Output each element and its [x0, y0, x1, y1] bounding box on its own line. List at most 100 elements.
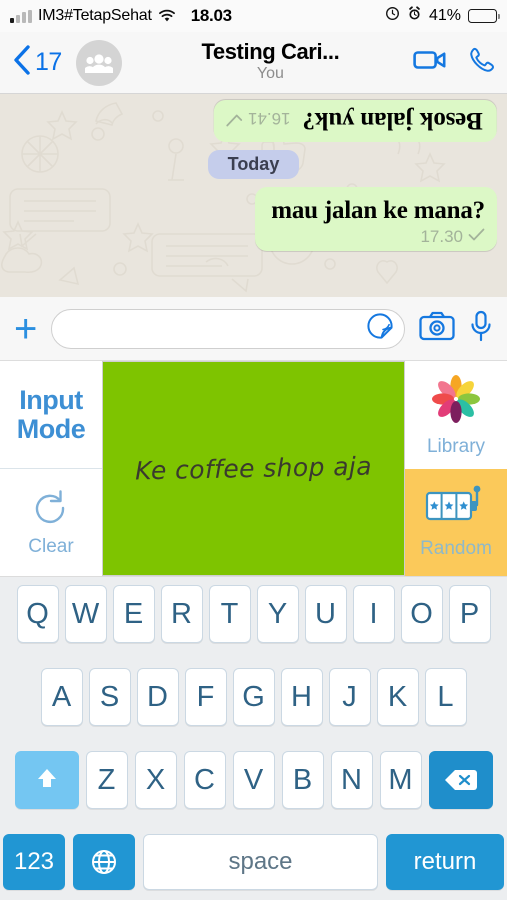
plus-icon[interactable]: +	[14, 309, 37, 349]
message-text: mau jalan ke mana?	[271, 197, 485, 224]
key-m[interactable]: M	[379, 751, 422, 809]
chat-actions	[413, 46, 495, 79]
battery-icon	[468, 9, 500, 23]
video-camera-icon[interactable]	[413, 48, 447, 77]
key-g[interactable]: G	[232, 668, 275, 726]
page-title: Testing Cari...	[201, 39, 340, 64]
handwriting-canvas[interactable]: Ke coffee shop aja	[102, 361, 405, 576]
key-f[interactable]: F	[184, 668, 227, 726]
microphone-icon[interactable]	[469, 310, 493, 347]
input-mode-label-line2: Mode	[16, 413, 86, 444]
message-input-toolbar: +	[0, 297, 507, 361]
keyboard-row-1: Q W E R T Y U I O P	[3, 585, 504, 643]
key-u[interactable]: U	[304, 585, 347, 643]
key-z[interactable]: Z	[85, 751, 128, 809]
shift-key[interactable]	[14, 751, 79, 809]
chat-subtitle: You	[256, 65, 284, 83]
shift-arrow-icon	[37, 769, 56, 787]
chat-messages: Besok jalan yuk? 16.41 Today mau jalan k…	[10, 100, 497, 251]
status-time: 18.03	[190, 6, 232, 25]
refresh-icon	[30, 487, 72, 532]
back-unread-count: 17	[35, 48, 62, 76]
key-j[interactable]: J	[328, 668, 371, 726]
key-o[interactable]: O	[400, 585, 443, 643]
message-input-field[interactable]	[51, 308, 405, 349]
keyboard-row-4: 123 space return	[3, 834, 504, 890]
clear-button[interactable]: Clear	[0, 468, 102, 576]
flower-pinwheel-icon	[429, 372, 483, 431]
carrier-name: IM3#TetapSehat	[38, 7, 152, 24]
key-s[interactable]: S	[88, 668, 131, 726]
message-text: Besok jalan yuk?	[302, 107, 483, 134]
back-button[interactable]: 17	[12, 44, 62, 81]
backspace-key[interactable]	[428, 751, 493, 809]
message-bubble-outgoing[interactable]: mau jalan ke mana? 17.30	[255, 187, 497, 251]
globe-icon	[92, 850, 116, 874]
key-a[interactable]: A	[40, 668, 83, 726]
wifi-icon	[158, 9, 176, 23]
status-bar-right: 41%	[385, 6, 500, 26]
key-y[interactable]: Y	[256, 585, 299, 643]
single-check-icon	[468, 228, 485, 246]
input-mode-button[interactable]: Input Mode	[0, 361, 102, 468]
sticker-icon[interactable]	[366, 312, 394, 345]
random-button[interactable]: Random	[405, 468, 507, 576]
key-q[interactable]: Q	[16, 585, 59, 643]
message-row: Besok jalan yuk? 16.41	[226, 106, 483, 134]
key-l[interactable]: L	[424, 668, 467, 726]
camera-icon[interactable]	[419, 311, 455, 346]
battery-percentage: 41%	[428, 7, 461, 24]
backspace-icon	[444, 770, 477, 790]
keyboard-row-2: A S D F G H J K L	[3, 668, 504, 726]
message-meta: 16.41	[226, 108, 291, 128]
key-i[interactable]: I	[352, 585, 395, 643]
group-avatar-icon[interactable]	[75, 39, 122, 86]
message-meta: 17.30	[271, 227, 485, 247]
library-button[interactable]: Library	[405, 361, 507, 469]
key-c[interactable]: C	[183, 751, 226, 809]
handwriting-input-panel: Input Mode Clear Ke coffee shop aja Libr…	[0, 361, 507, 577]
on-screen-keyboard: Q W E R T Y U I O P A S D F G H J K L Z	[0, 577, 507, 900]
rotation-lock-icon	[385, 6, 400, 26]
keyboard-row-3: Z X C V B N M	[3, 751, 504, 809]
key-t[interactable]: T	[208, 585, 251, 643]
handwriting-canvas-text: Ke coffee shop aja	[134, 451, 373, 486]
key-b[interactable]: B	[281, 751, 324, 809]
key-e[interactable]: E	[112, 585, 155, 643]
key-r[interactable]: R	[160, 585, 203, 643]
slot-machine-icon	[425, 485, 487, 534]
key-d[interactable]: D	[136, 668, 179, 726]
message-text-input[interactable]	[68, 318, 366, 339]
key-k[interactable]: K	[376, 668, 419, 726]
phone-screen: IM3#TetapSehat 18.03 41% 17 Testing Cari…	[0, 0, 507, 900]
status-bar: IM3#TetapSehat 18.03 41%	[0, 0, 507, 32]
key-w[interactable]: W	[64, 585, 107, 643]
globe-key[interactable]	[73, 834, 135, 890]
handwriting-left-controls: Input Mode Clear	[0, 361, 102, 576]
random-label: Random	[420, 537, 492, 559]
key-x[interactable]: X	[134, 751, 177, 809]
alarm-clock-icon	[407, 6, 422, 26]
input-mode-label-line1: Input	[19, 385, 83, 416]
clear-label: Clear	[28, 536, 74, 557]
library-label: Library	[426, 435, 486, 457]
chat-message-list[interactable]: Besok jalan yuk? 16.41 Today mau jalan k…	[0, 94, 507, 297]
signal-strength-icon	[10, 9, 32, 23]
message-time: 17.30	[420, 227, 463, 246]
key-p[interactable]: P	[448, 585, 491, 643]
single-check-icon	[226, 109, 243, 127]
chat-title-block[interactable]: Testing Cari... You	[134, 39, 407, 85]
day-divider: Today	[207, 150, 300, 179]
chat-navigation-bar: 17 Testing Cari... You	[0, 32, 507, 94]
key-h[interactable]: H	[280, 668, 323, 726]
status-bar-left: IM3#TetapSehat 18.03	[10, 6, 232, 26]
message-time: 16.41	[248, 109, 291, 128]
numbers-key[interactable]: 123	[3, 834, 65, 890]
phone-icon[interactable]	[467, 46, 495, 79]
key-v[interactable]: V	[232, 751, 275, 809]
message-bubble-outgoing[interactable]: Besok jalan yuk? 16.41	[214, 100, 497, 142]
handwriting-right-controls: Library Random	[405, 361, 507, 576]
space-key[interactable]: space	[143, 834, 378, 890]
key-n[interactable]: N	[330, 751, 373, 809]
return-key[interactable]: return	[386, 834, 504, 890]
